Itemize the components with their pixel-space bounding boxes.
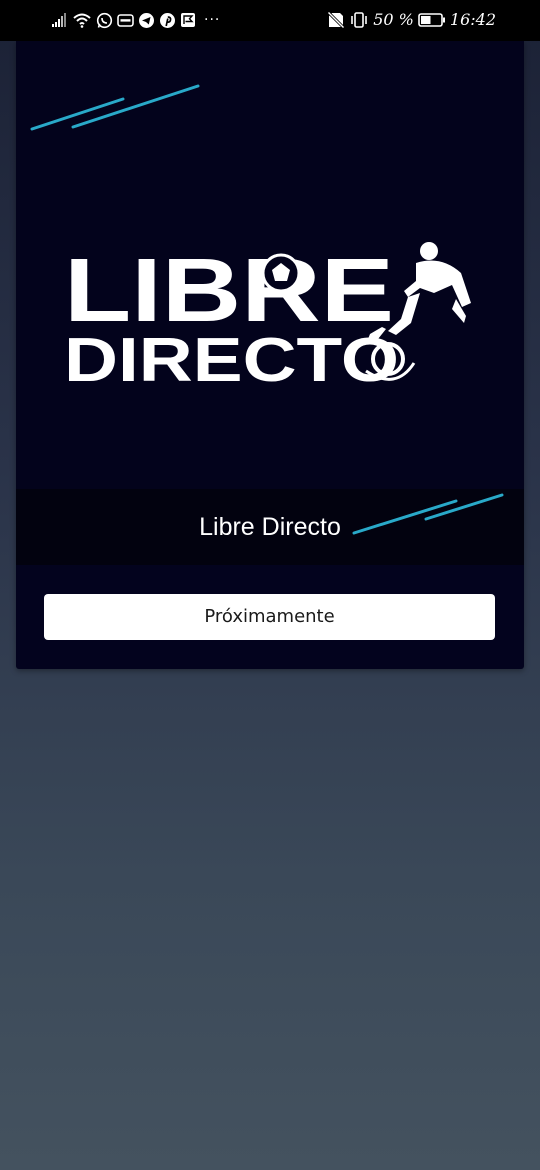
wifi-icon bbox=[72, 9, 92, 31]
no-sim-icon bbox=[327, 9, 346, 31]
logo-text-line2: DIRECTO bbox=[64, 326, 399, 395]
proximamente-button[interactable]: Próximamente bbox=[44, 594, 495, 640]
accent-streak bbox=[71, 84, 200, 129]
telegram-icon bbox=[138, 9, 155, 31]
hero-banner: LIBRE DIRECTO bbox=[16, 41, 524, 489]
libre-directo-logo: LIBRE DIRECTO bbox=[30, 84, 471, 395]
more-notifications-indicator: ··· bbox=[204, 12, 221, 28]
battery-icon bbox=[418, 9, 446, 31]
vibrate-icon bbox=[349, 9, 369, 31]
flag-icon bbox=[180, 9, 196, 31]
event-card: LIBRE DIRECTO Libre Directo Próximamente bbox=[16, 41, 524, 669]
whatsapp-icon bbox=[96, 9, 113, 31]
pinterest-icon bbox=[159, 9, 176, 31]
signal-icon bbox=[52, 9, 68, 31]
status-bar-left: ··· bbox=[52, 9, 220, 31]
accent-streaks bbox=[352, 493, 504, 535]
soccer-ball-icon bbox=[261, 253, 301, 293]
status-bar: ··· 50 % 16:42 bbox=[0, 0, 540, 41]
clock: 16:42 bbox=[449, 10, 496, 29]
status-bar-right: 50 % 16:42 bbox=[327, 9, 496, 31]
wallet-icon bbox=[117, 9, 134, 31]
battery-percent: 50 % bbox=[373, 10, 414, 29]
title-strip: Libre Directo bbox=[16, 489, 524, 565]
